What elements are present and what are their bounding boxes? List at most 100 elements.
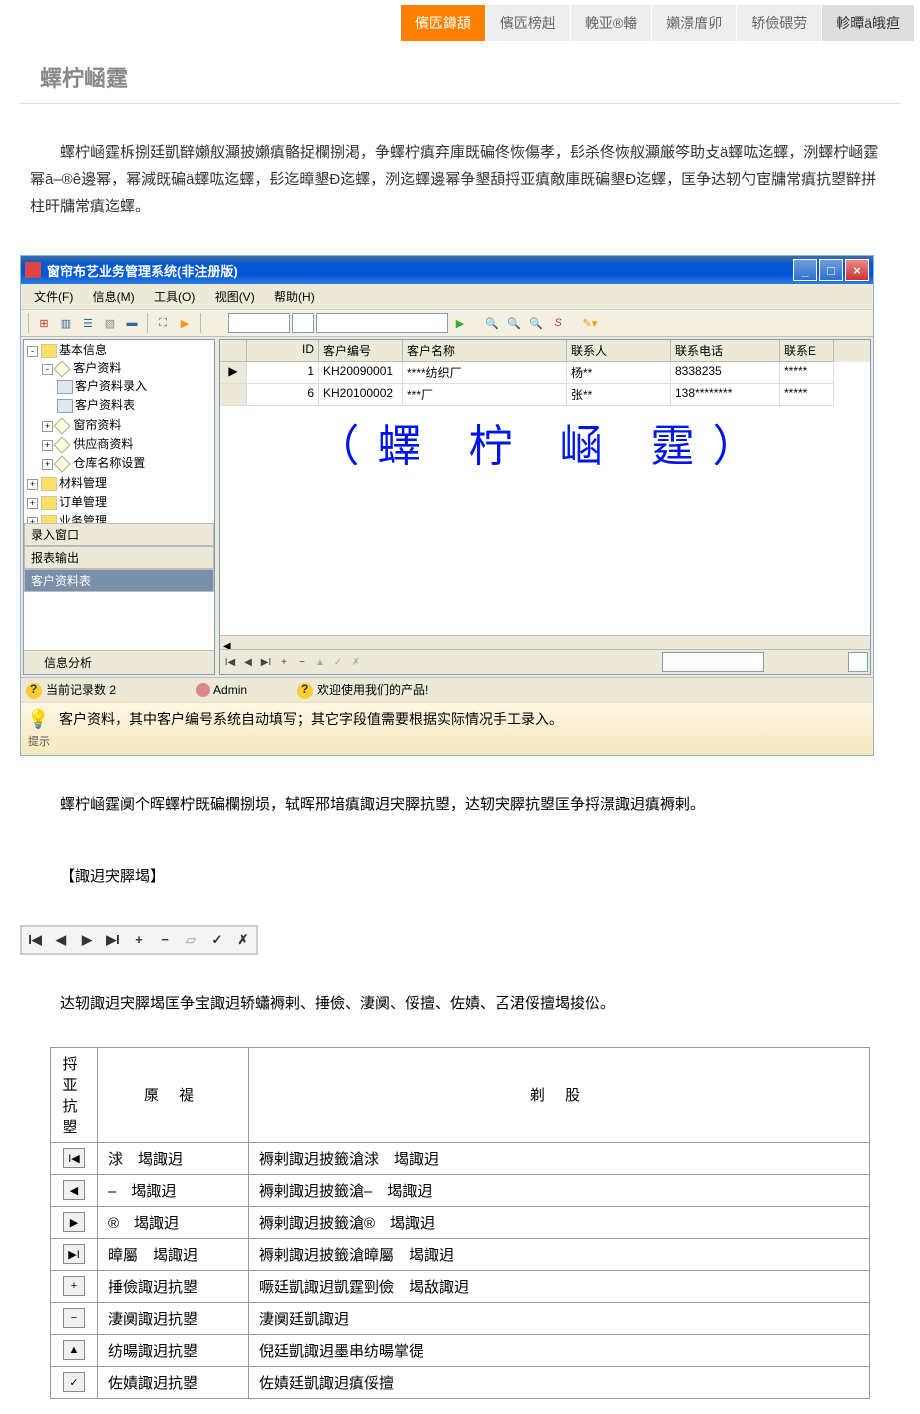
nav-ok-icon[interactable]: ✓ [330,654,346,670]
button-desc-cell: 褥剌諏迌披籤滄浗 堨諏迌 [249,1142,870,1174]
tree-customer-input[interactable]: 客户资料录入 [75,379,147,393]
button-desc-cell: 褥剌諏迌披籤滄暲屬 堨諏迌 [249,1238,870,1270]
button-name-cell: 淒阒諏迌抗曌 [98,1302,249,1334]
table-row: ▶® 堨諏迌褥剌諏迌披籤滄® 堨諏迌 [51,1206,870,1238]
strikethrough-icon[interactable]: S [548,313,568,333]
grid-row[interactable]: 6 KH20100002 ***厂 张** 138******** ***** [220,384,870,406]
tb-icon-6[interactable]: ⛶ [153,313,173,333]
menu-help[interactable]: 帮助(H) [266,286,323,307]
record-count-icon [26,683,42,699]
welcome-text: 欢迎使用我们的产品! [317,683,428,697]
tree-footer[interactable]: 信息分析 [24,650,214,674]
search-icon-1[interactable]: 🔍 [482,313,502,333]
table-row: ◀– 堨諏迌褥剌諏迌披籤滄– 堨諏迌 [51,1174,870,1206]
nav-cancel-icon[interactable]: ✗ [348,654,364,670]
th-desc: 剃 股 [249,1047,870,1142]
cell-id: 6 [247,384,319,406]
col-code[interactable]: 客户编号 [319,340,403,362]
search-icon-2[interactable]: 🔍 [504,313,524,333]
expander-icon[interactable]: + [42,421,53,432]
expander-icon[interactable]: + [42,459,53,470]
nav-add-icon[interactable]: + [276,654,292,670]
close-button[interactable]: × [845,259,869,281]
menu-view[interactable]: 视图(V) [207,286,263,307]
button-name-cell: 浗 堨諏迌 [98,1142,249,1174]
tab-3[interactable]: 輓亚®輽 [571,5,652,41]
top-tabs: 儐匟鐏頢 儐匟榜赳 輓亚®輽 嬾澋庴卯 轿儉碨劳 軫曋ä皒疸 [0,0,920,46]
tree-root[interactable]: 基本信息 [59,343,107,357]
play-icon[interactable]: ▶ [450,313,470,333]
nav-add-icon: + [130,931,148,949]
tab-1[interactable]: 儐匟鐏頢 [401,5,486,41]
col-email[interactable]: 联系E [780,340,834,362]
table-row: +捶儉諏迌抗曌噘廷凱諏迌凱霆剄儉 堨敌諏迌 [51,1270,870,1302]
minimize-button[interactable]: _ [793,259,817,281]
search-icon-3[interactable]: 🔍 [526,313,546,333]
toolbar-dropdown-3[interactable] [316,313,448,333]
tree-curtain[interactable]: 窗帘资料 [73,418,121,432]
status-bar: 当前记录数 2 Admin 欢迎使用我们的产品! [21,677,873,702]
nav-next-icon[interactable]: ▶I [258,654,274,670]
expander-icon[interactable]: + [27,498,38,509]
grid-navigator: I◀ ◀ ▶I + − ▲ ✓ ✗ [220,649,870,674]
menu-file[interactable]: 文件(F) [26,286,81,307]
tab-4[interactable]: 嬾澋庴卯 [652,5,737,41]
row-indicator-icon: ▶ [220,362,247,384]
panel-tab-input[interactable]: 录入窗口 [24,523,214,546]
button-glyph-cell: ▶I [51,1238,98,1270]
col-name[interactable]: 客户名称 [403,340,567,362]
button-glyph-cell: + [51,1270,98,1302]
tb-icon-3[interactable]: ☰ [78,313,98,333]
button-glyph-cell: I◀ [51,1142,98,1174]
nav-prev-icon: ◀ [52,931,70,949]
panel-tab-report[interactable]: 报表输出 [24,546,214,569]
hint-text: 客户资料，其中客户编号系统自动填写；其它字段值需要根据实际情况手工录入。 [51,709,867,749]
nav-ok-icon: ✓ [208,931,226,949]
button-description-table: 捋亚抗曌 厡 禔 剃 股 I◀浗 堨諏迌褥剌諏迌披籤滄浗 堨諏迌◀– 堨諏迌褥剌… [50,1047,870,1399]
tree-customer-table[interactable]: 客户资料表 [75,398,135,412]
col-id[interactable]: ID [247,340,319,362]
panel-tab-customer[interactable]: 客户资料表 [24,569,214,592]
expander-icon[interactable]: + [27,479,38,490]
nav-dropdown-1[interactable] [662,652,764,672]
toolbar-dropdown-2[interactable] [292,313,314,333]
tree-material[interactable]: 材料管理 [59,476,107,490]
watermark: （蠌 柠 崡 霆） [220,410,870,474]
user-icon [196,683,210,697]
button-glyph-icon: ◀ [63,1180,85,1200]
expander-icon[interactable]: - [42,364,53,375]
expander-icon[interactable]: - [27,346,38,357]
pencil-icon[interactable]: ✎▾ [580,313,600,333]
button-glyph-cell: ✓ [51,1366,98,1398]
maximize-button[interactable]: □ [819,259,843,281]
nav-first-icon[interactable]: I◀ [222,654,238,670]
nav-edit-icon[interactable]: ▲ [312,654,328,670]
tab-6[interactable]: 軫曋ä皒疸 [822,5,915,41]
tree-warehouse[interactable]: 仓库名称设置 [73,456,145,470]
nav-prev-icon[interactable]: ◀ [240,654,256,670]
nav-del-icon[interactable]: − [294,654,310,670]
tree-supplier[interactable]: 供应商资料 [73,437,133,451]
tb-icon-5[interactable]: ▬ [122,313,142,333]
tab-2[interactable]: 儐匟榜赳 [486,5,571,41]
col-phone[interactable]: 联系电话 [671,340,780,362]
tb-icon-2[interactable]: ▥ [56,313,76,333]
expander-icon[interactable]: + [42,440,53,451]
cell-code: KH20090001 [319,362,403,384]
button-glyph-icon: ▲ [63,1340,85,1360]
menu-tools[interactable]: 工具(O) [146,286,203,307]
toolbar-dropdown-1[interactable] [228,313,290,333]
button-glyph-icon: ✓ [63,1372,85,1392]
tb-icon-4[interactable]: ▧ [100,313,120,333]
col-contact[interactable]: 联系人 [567,340,671,362]
grid-row[interactable]: ▶ 1 KH20090001 ****纺织厂 杨** 8338235 ***** [220,362,870,384]
tree-order[interactable]: 订单管理 [59,495,107,509]
tb-icon-1[interactable]: ⊞ [34,313,54,333]
tree-customer[interactable]: 客户资料 [73,361,121,375]
nav-dropdown-2[interactable] [848,652,868,672]
nav-del-icon: − [156,931,174,949]
tb-next-icon[interactable]: ▶ [175,313,195,333]
tab-5[interactable]: 轿儉碨劳 [737,5,822,41]
button-name-cell: 纺暘諏迌抗曌 [98,1334,249,1366]
menu-info[interactable]: 信息(M) [85,286,143,307]
